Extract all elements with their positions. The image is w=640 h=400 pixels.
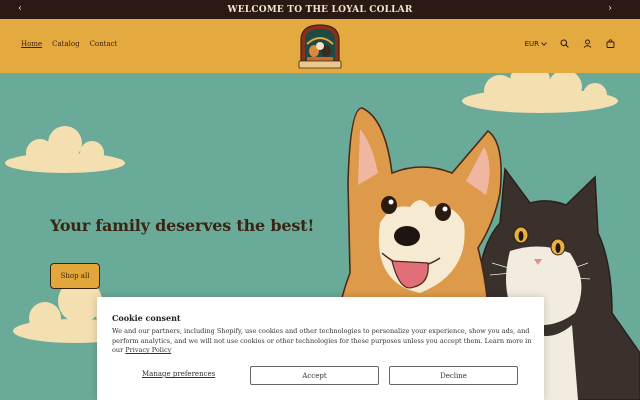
chevron-right-icon[interactable]: › (608, 2, 612, 16)
cookie-body: We and our partners, including Shopify, … (112, 327, 532, 356)
main-nav: Home Catalog Contact (21, 40, 117, 48)
announcement-bar: ‹ WELCOME TO THE LOYAL COLLAR › (0, 0, 640, 19)
manage-preferences-link[interactable]: Manage preferences (142, 370, 215, 378)
cloud (5, 126, 125, 173)
currency-selector[interactable]: EUR (525, 40, 547, 48)
nav-home[interactable]: Home (21, 40, 42, 48)
nav-catalog[interactable]: Catalog (52, 40, 79, 48)
search-icon[interactable] (559, 38, 570, 49)
cloud (462, 73, 618, 113)
nav-contact[interactable]: Contact (90, 40, 118, 48)
privacy-policy-link[interactable]: Privacy Policy (125, 346, 171, 354)
cart-icon[interactable] (605, 38, 616, 49)
site-logo[interactable] (297, 22, 343, 70)
hero-headline: Your family deserves the best! (50, 216, 315, 235)
account-icon[interactable] (582, 38, 593, 49)
accept-button[interactable]: Accept (250, 366, 379, 385)
decline-button[interactable]: Decline (389, 366, 518, 385)
header-actions: EUR (525, 38, 616, 49)
cookie-title: Cookie consent (112, 313, 181, 323)
site-header: Home Catalog Contact EUR (0, 19, 640, 73)
chevron-left-icon[interactable]: ‹ (18, 2, 22, 16)
cookie-consent-banner: Cookie consent We and our partners, incl… (97, 297, 544, 400)
announcement-text: WELCOME TO THE LOYAL COLLAR (227, 4, 413, 15)
logo-emblem (298, 24, 342, 69)
cookie-body-text: We and our partners, including Shopify, … (112, 327, 532, 354)
currency-value: EUR (524, 39, 539, 48)
shop-all-button[interactable]: Shop all (50, 263, 100, 289)
chevron-down-icon (541, 41, 547, 46)
